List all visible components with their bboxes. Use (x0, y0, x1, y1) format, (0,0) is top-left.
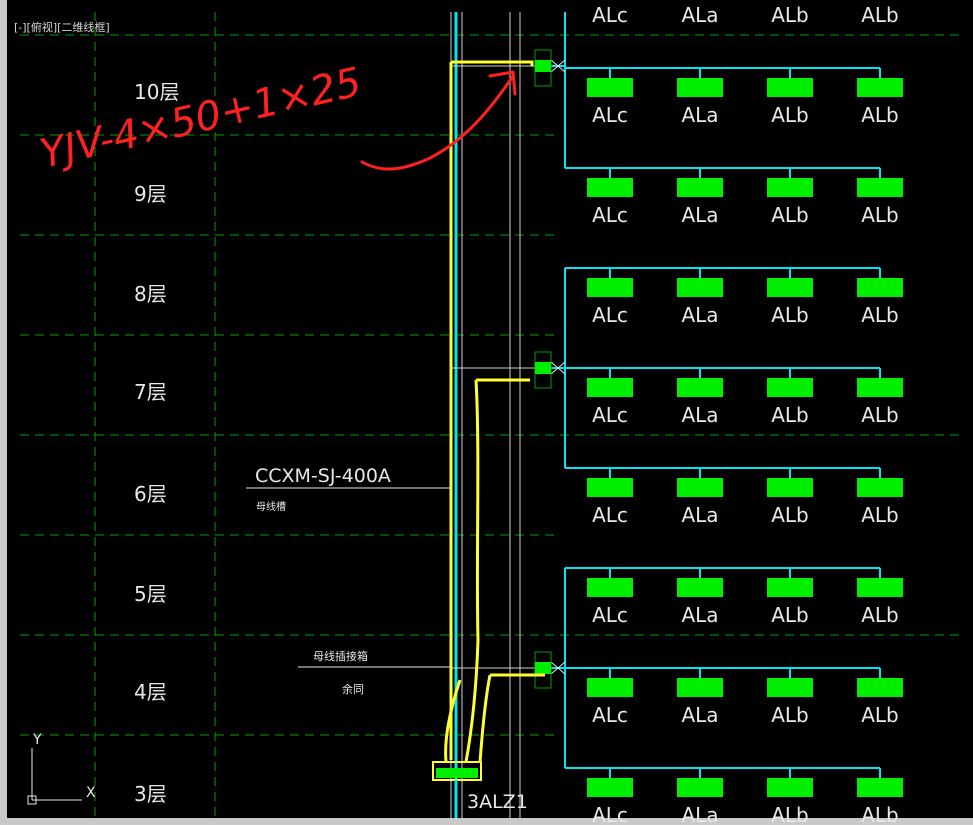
panel-box (857, 278, 903, 297)
ucs-icon: YX (27, 732, 96, 805)
panel-label: ALb (861, 703, 899, 727)
panel-box (677, 378, 723, 397)
floor-label: 4层 (134, 680, 167, 704)
panel-label: ALb (771, 803, 809, 825)
panel-box (677, 578, 723, 597)
panel-label: ALb (861, 803, 899, 825)
floor-label: 8层 (134, 282, 167, 306)
panel-label: ALa (681, 403, 718, 427)
panel-box (677, 678, 723, 697)
panel-label: ALc (592, 603, 628, 627)
panel-box (857, 478, 903, 497)
panel-box (677, 78, 723, 97)
floor-label: 6层 (134, 482, 167, 506)
panel-box (767, 478, 813, 497)
panel-box (587, 578, 633, 597)
distribution-panels: ALc ALa ALb ALb ALc ALa ALb ALb ALc ALa ALb ALb ALc A… (534, 3, 903, 825)
panel-label: ALb (771, 403, 809, 427)
panel-box (677, 478, 723, 497)
panel-box (767, 378, 813, 397)
main-panel-label: 3ALZ1 (467, 791, 528, 813)
annotation-arrow-line (360, 74, 515, 171)
panel-box (767, 178, 813, 197)
panel-box (587, 478, 633, 497)
panel-label: ALb (771, 603, 809, 627)
panel-label: ALa (681, 303, 718, 327)
panel-box (857, 678, 903, 697)
panel-label: ALb (771, 103, 809, 127)
busway-model-label: CCXM-SJ-400A (255, 465, 391, 487)
highlight-cable-route (444, 60, 545, 763)
panel-label: ALb (861, 3, 899, 27)
panel-box (587, 78, 633, 97)
panel-box (587, 278, 633, 297)
panel-label: ALa (681, 603, 718, 627)
panel-label: ALc (592, 103, 628, 127)
panel-box (857, 378, 903, 397)
panel-label: ALb (861, 203, 899, 227)
panel-label: ALc (592, 303, 628, 327)
busway-caption: 母线槽 (256, 500, 286, 513)
ucs-y-label: Y (32, 732, 42, 748)
panel-label: ALb (771, 303, 809, 327)
panel-box (767, 678, 813, 697)
panel-label: ALb (861, 103, 899, 127)
panel-label: ALb (771, 503, 809, 527)
plugin-box (535, 60, 551, 72)
panel-box (767, 278, 813, 297)
panel-box (587, 378, 633, 397)
panel-label: ALc (592, 3, 628, 27)
panel-label: ALc (592, 403, 628, 427)
panel-label: ALa (681, 703, 718, 727)
panel-box (677, 778, 723, 797)
floor-label: 9层 (134, 182, 167, 206)
plugin-box (535, 362, 551, 374)
panel-box (587, 778, 633, 797)
panel-label: ALa (681, 103, 718, 127)
panel-label: ALb (771, 203, 809, 227)
panel-label: ALb (861, 603, 899, 627)
panel-label: ALc (592, 203, 628, 227)
floor-label: 5层 (134, 582, 167, 606)
panel-box (857, 778, 903, 797)
panel-label: ALb (861, 403, 899, 427)
panel-label: ALc (592, 503, 628, 527)
panel-box (767, 578, 813, 597)
panel-label: ALa (681, 503, 718, 527)
floor-branches (451, 12, 881, 778)
panel-box (587, 678, 633, 697)
panel-label: ALb (771, 3, 809, 27)
panel-label: ALa (681, 803, 718, 825)
panel-label: ALb (861, 303, 899, 327)
panel-box (857, 178, 903, 197)
floor-label: 3层 (134, 782, 167, 806)
riser-diagram: 10层9层8层7层6层5层4层3层 ALc ALa ALb ALbALc ALa ALb A… (20, 3, 960, 825)
panel-label: ALb (861, 503, 899, 527)
plugin-box-note: 余同 (342, 682, 364, 696)
floor-label: 7层 (134, 380, 167, 404)
panel-box (857, 78, 903, 97)
panel-label: ALc (592, 703, 628, 727)
panel-box (857, 578, 903, 597)
panel-box (677, 278, 723, 297)
panel-label: ALa (681, 203, 718, 227)
panel-box (677, 178, 723, 197)
panel-label: ALb (771, 703, 809, 727)
panel-label: ALa (681, 3, 718, 27)
panel-box (767, 778, 813, 797)
plugin-box-label: 母线插接箱 (313, 649, 368, 663)
panel-box (767, 78, 813, 97)
panel-label: ALc (592, 803, 628, 825)
cable-spec-annotation: YJV-4×50+1×25 (36, 59, 366, 178)
panel-box (587, 178, 633, 197)
floor-labels: 10层9层8层7层6层5层4层3层 (134, 80, 179, 806)
plugin-box (535, 662, 551, 674)
ucs-x-label: X (86, 785, 96, 801)
